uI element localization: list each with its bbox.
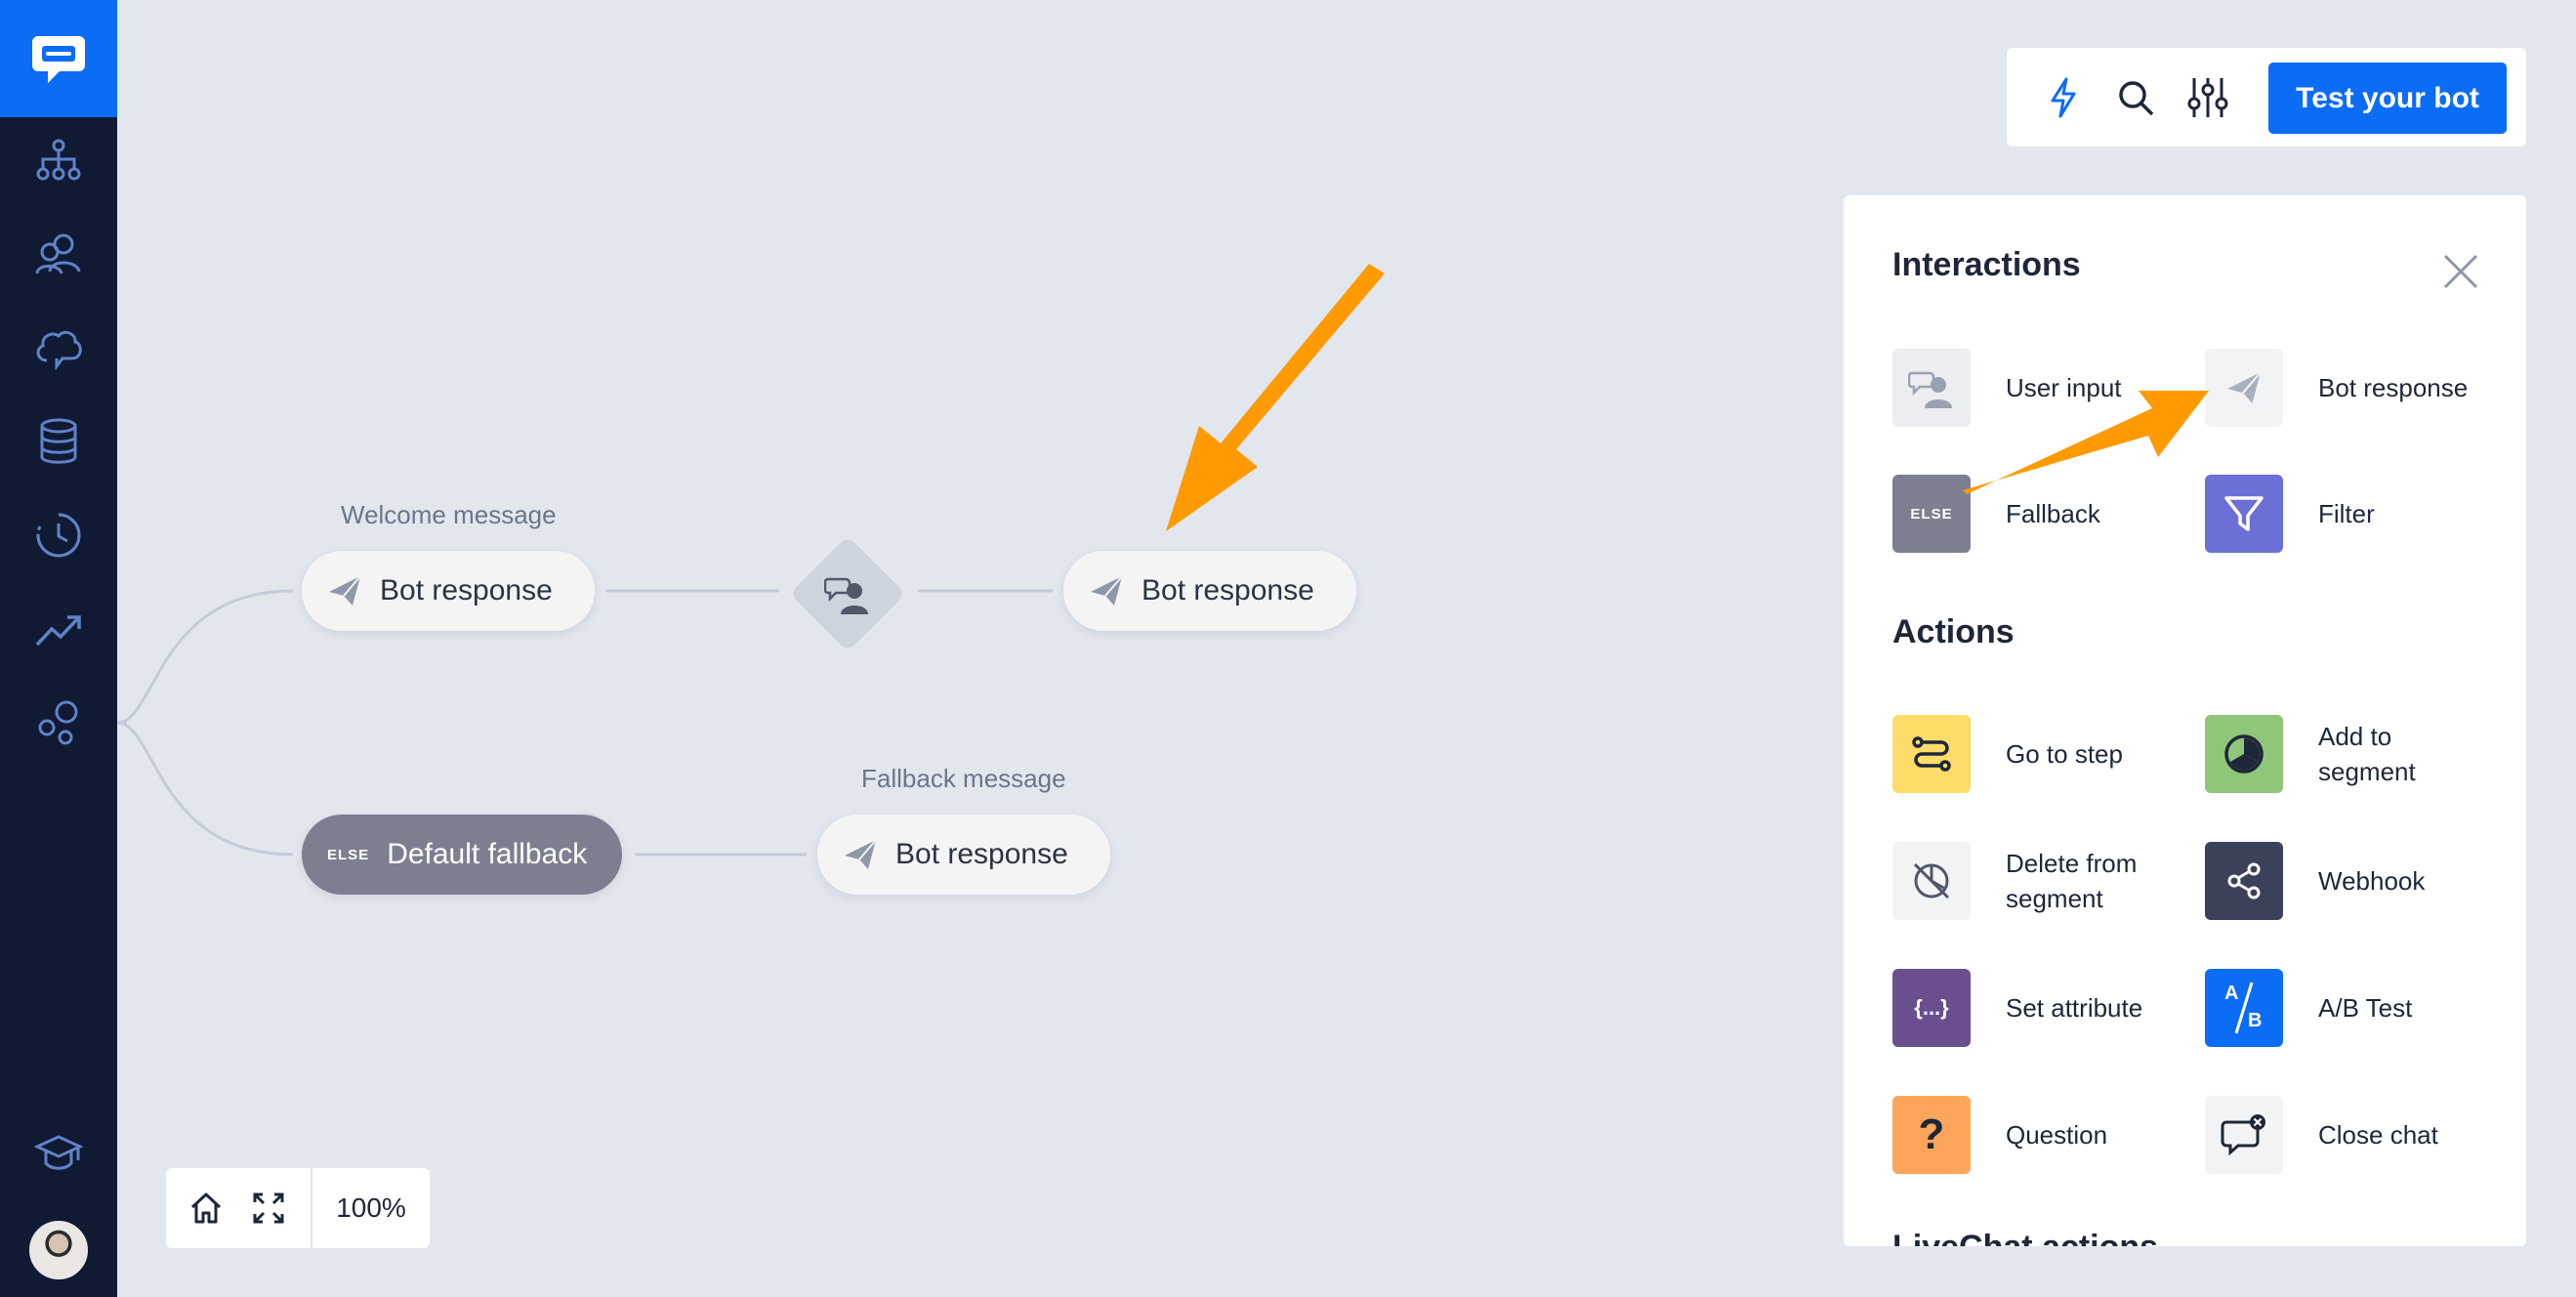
node-label: Bot response [1142,574,1314,607]
action-set-attribute[interactable]: {...} Set attribute [1892,967,2205,1049]
action-question[interactable]: ? Question [1892,1094,2205,1176]
segment-off-icon [1892,842,1971,920]
top-toolbar: Test your bot [2007,48,2526,146]
question-icon: ? [1892,1096,1971,1174]
item-label: Go to step [2006,739,2123,769]
action-webhook[interactable]: Webhook [2205,840,2517,922]
paper-plane-icon [2205,349,2283,427]
ab-test-icon: A B [2205,969,2283,1047]
item-label: Close chat [2318,1120,2438,1150]
user-input-icon [823,569,872,618]
else-icon: ELSE [327,846,370,863]
item-label: Bot response [2318,373,2469,402]
close-icon[interactable] [2439,250,2482,293]
paper-plane-icon [329,575,361,606]
action-ab-test[interactable]: A B A/B Test [2205,967,2517,1049]
item-label: Webhook [2318,866,2426,896]
node-label: Default fallback [387,838,588,870]
fallback-bot-response-node[interactable]: Bot response [817,815,1110,895]
question-tag: ? [1918,1110,1945,1158]
share-nodes-icon [2205,842,2283,920]
welcome-bot-response-node[interactable]: Bot response [302,551,595,631]
fallback-message-caption: Fallback message [861,764,1066,793]
item-label: Fallback [2006,499,2100,528]
filter-icon [2205,475,2283,553]
fit-screen-icon[interactable] [244,1184,293,1233]
braces-tag: {...} [1914,995,1949,1020]
lightning-icon[interactable] [2038,72,2089,123]
action-add-to-segment[interactable]: Add to segment [2205,713,2517,795]
else-tag: ELSE [1910,505,1953,523]
braces-icon: {...} [1892,969,1971,1047]
action-delete-from-segment[interactable]: Delete from segment [1892,840,2205,922]
interaction-user-input[interactable]: User input [1892,347,2205,429]
item-label: Set attribute [2006,993,2143,1023]
route-icon [1892,715,1971,793]
ab-test-tag-b: B [2248,1010,2263,1031]
interaction-fallback[interactable]: ELSE Fallback [1892,473,2205,555]
pie-segment-icon [2205,715,2283,793]
item-label: Delete from segment [2006,849,2138,913]
node-label: Bot response [380,574,553,607]
interaction-filter[interactable]: Filter [2205,473,2517,555]
welcome-message-caption: Welcome message [341,500,557,529]
actions-title: Actions [1892,613,2015,650]
item-label: User input [2006,373,2122,402]
item-label: Add to segment [2318,722,2416,786]
item-label: A/B Test [2318,993,2413,1023]
user-input-icon [1892,349,1971,427]
else-icon: ELSE [1892,475,1971,553]
interactions-title: Interactions [1892,246,2081,283]
zoom-controls: 100% [166,1168,430,1248]
second-bot-response-node[interactable]: Bot response [1063,551,1356,631]
zoom-level[interactable]: 100% [312,1168,430,1248]
interaction-bot-response[interactable]: Bot response [2205,347,2517,429]
close-chat-icon [2205,1096,2283,1174]
item-label: Question [2006,1120,2108,1150]
paper-plane-icon [845,839,877,869]
node-label: Bot response [895,838,1068,870]
paper-plane-icon [1091,575,1123,606]
item-label: Filter [2318,499,2375,528]
search-icon[interactable] [2110,72,2161,123]
interactions-panel: Interactions User input Bot response ELS… [1844,195,2526,1246]
sliders-icon[interactable] [2182,72,2233,123]
livechat-actions-title: LiveChat actions [1892,1229,2158,1246]
action-close-chat[interactable]: Close chat [2205,1094,2517,1176]
default-fallback-node[interactable]: ELSE Default fallback [302,815,622,895]
home-icon[interactable] [182,1184,230,1233]
test-your-bot-button[interactable]: Test your bot [2268,63,2507,134]
action-go-to-step[interactable]: Go to step [1892,713,2205,795]
